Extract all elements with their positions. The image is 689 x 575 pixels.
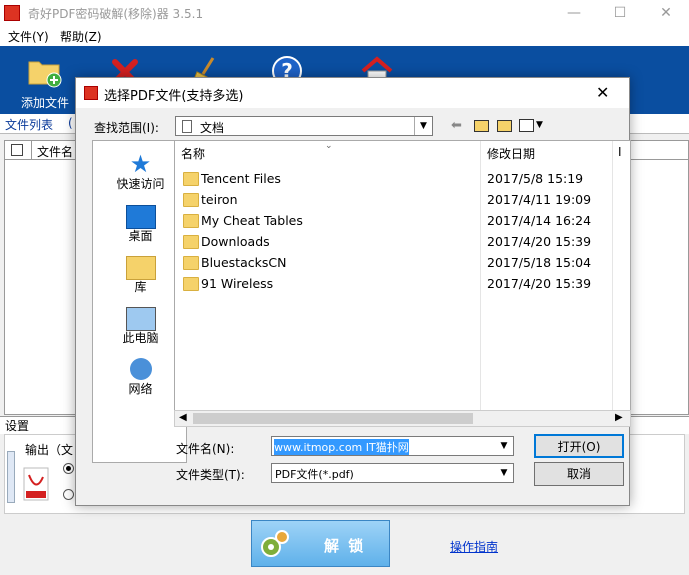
file-name: My Cheat Tables (201, 213, 303, 228)
settings-title: 设置 (5, 419, 30, 433)
cancel-button[interactable]: 取消 (534, 462, 624, 486)
file-date: 2017/5/18 15:04 (487, 255, 592, 270)
app-icon (4, 5, 20, 21)
filename-label: 文件名(N): (176, 442, 235, 456)
scroll-left-icon[interactable]: ◀ (179, 412, 187, 423)
lookin-dropdown-arrow[interactable]: ▼ (414, 117, 432, 135)
places-bar: ★ 快速访问 桌面 库 此电脑 网络 (92, 140, 187, 463)
folder-icon (183, 214, 199, 228)
file-name: Downloads (201, 234, 270, 249)
column-name[interactable]: 名称 (181, 145, 205, 162)
guide-link[interactable]: 操作指南 (450, 538, 498, 555)
app-title: 奇好PDF密码破解(移除)器 3.5.1 (28, 7, 204, 21)
unlock-label: 解 锁 (324, 537, 366, 555)
select-all-checkbox[interactable] (11, 144, 23, 156)
new-folder-icon[interactable] (497, 120, 512, 132)
column-divider (31, 141, 32, 159)
folder-icon (183, 277, 199, 291)
folder-icon (183, 172, 199, 186)
add-file-button[interactable]: 添加文件 (10, 50, 80, 112)
sort-arrow-icon: ⌄ (325, 141, 333, 151)
file-date: 2017/4/11 19:09 (487, 192, 592, 207)
output-radio-1[interactable] (63, 463, 74, 474)
menu-file[interactable]: 文件(Y) (8, 28, 49, 45)
file-name: teiron (201, 192, 238, 207)
file-row[interactable]: My Cheat Tables 2017/4/14 16:24 (175, 211, 615, 232)
filetype-select[interactable]: PDF文件(*.pdf) ▼ (271, 463, 514, 483)
lookin-value: 文档 (200, 121, 225, 135)
file-row[interactable]: BluestacksCN 2017/5/18 15:04 (175, 253, 615, 274)
library-icon (125, 256, 156, 280)
filetype-label: 文件类型(T): (176, 468, 245, 482)
filetype-dropdown-arrow[interactable]: ▼ (495, 464, 513, 482)
menu-bar: 文件(Y) 帮助(Z) (0, 26, 689, 46)
scroll-thumb[interactable] (193, 413, 473, 424)
view-menu-icon[interactable] (519, 119, 534, 132)
file-name: 91 Wireless (201, 276, 274, 291)
add-file-label: 添加文件 (20, 96, 69, 110)
file-row[interactable]: Downloads 2017/4/20 15:39 (175, 232, 615, 253)
column-extra[interactable]: I (618, 145, 622, 159)
file-row[interactable]: teiron 2017/4/11 19:09 (175, 190, 615, 211)
file-row[interactable]: Tencent Files 2017/5/8 15:19 (175, 169, 615, 190)
minimize-button[interactable]: — (551, 0, 597, 26)
lookin-label: 查找范围(I): (94, 121, 159, 135)
filename-input[interactable]: www.itmop.com IT猫扑网 ▼ (271, 436, 514, 456)
up-folder-icon[interactable] (474, 120, 489, 132)
lookin-combobox[interactable]: 文档 ▼ (175, 116, 433, 136)
open-button[interactable]: 打开(O) (534, 434, 624, 458)
back-icon[interactable]: ⬅ (451, 118, 462, 133)
file-name: Tencent Files (201, 171, 281, 186)
pdf-icon (23, 467, 49, 501)
column-date[interactable]: 修改日期 (487, 145, 535, 162)
tab-file-list[interactable]: 文件列表 (5, 116, 53, 133)
file-date: 2017/4/14 16:24 (487, 213, 592, 228)
dialog-title: 选择PDF文件(支持多选) (104, 89, 244, 104)
file-date: 2017/5/8 15:19 (487, 171, 584, 186)
output-radio-2[interactable] (63, 489, 74, 500)
file-name: BluestacksCN (201, 255, 287, 270)
dialog-close-button[interactable]: ✕ (596, 83, 609, 102)
folder-icon (183, 193, 199, 207)
dialog-titlebar: 选择PDF文件(支持多选) ✕ (76, 78, 629, 108)
tab-file-list-extra: ( (68, 116, 73, 130)
network-icon (129, 358, 152, 380)
main-titlebar: 奇好PDF密码破解(移除)器 3.5.1 — ☐ ✕ (0, 0, 689, 26)
maximize-button[interactable]: ☐ (597, 0, 643, 26)
folder-icon (183, 235, 199, 249)
scroll-right-icon[interactable]: ▶ (615, 412, 623, 423)
file-row[interactable]: 91 Wireless 2017/4/20 15:39 (175, 274, 615, 295)
star-icon: ★ (129, 150, 152, 178)
folder-icon (183, 256, 199, 270)
file-date: 2017/4/20 15:39 (487, 276, 592, 291)
computer-icon (125, 307, 156, 331)
desktop-icon (125, 205, 156, 229)
horizontal-scrollbar[interactable]: ◀ ▶ (174, 410, 631, 427)
unlock-button[interactable]: 解 锁 (251, 520, 390, 567)
filetype-value: PDF文件(*.pdf) (275, 468, 354, 481)
document-icon (182, 120, 192, 133)
panel-scroll-handle[interactable] (7, 451, 15, 503)
folder-add-icon (28, 61, 62, 88)
view-dropdown-icon[interactable]: ▼ (536, 120, 543, 130)
file-date: 2017/4/20 15:39 (487, 234, 592, 249)
menu-help[interactable]: 帮助(Z) (60, 28, 102, 45)
close-button[interactable]: ✕ (643, 0, 689, 26)
gears-icon (261, 530, 289, 557)
output-label: 输出（文 (25, 443, 74, 457)
filename-dropdown-arrow[interactable]: ▼ (495, 437, 513, 455)
filename-value: www.itmop.com IT猫扑网 (274, 439, 409, 455)
dialog-app-icon (84, 86, 98, 100)
file-browser[interactable]: 名称 ⌄ 修改日期 I Tencent Files 2017/5/8 15:19… (174, 140, 631, 427)
file-open-dialog: 选择PDF文件(支持多选) ✕ 查找范围(I): 文档 ▼ ⬅ ▼ ★ 快速访问… (75, 77, 631, 506)
column-filename[interactable]: 文件名 (37, 143, 73, 160)
